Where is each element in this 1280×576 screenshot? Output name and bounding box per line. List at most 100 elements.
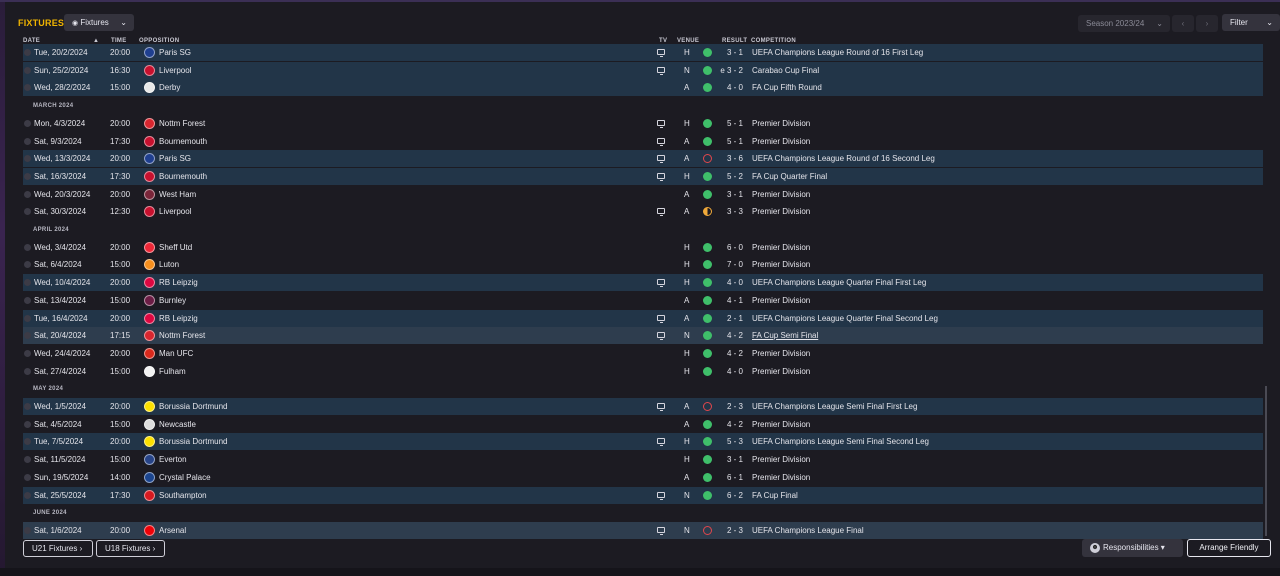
fixture-row[interactable]: Sat, 9/3/2024 17:30 Bournemouth A 5 - 1 Premi…	[23, 133, 1263, 150]
fixture-row[interactable]: Wed, 28/2/2024 15:00 Derby A 4 - 0 FA Cup Fif…	[23, 79, 1263, 96]
fixture-row[interactable]: Sat, 30/3/2024 12:30 Liverpool A 3 - 3 Premie…	[23, 203, 1263, 220]
prev-season-button[interactable]: ‹	[1172, 15, 1194, 32]
competition-name[interactable]: FA Cup Fifth Round	[752, 83, 822, 92]
result-win-icon	[703, 243, 712, 252]
scrollbar[interactable]	[1265, 386, 1267, 536]
competition-name[interactable]: Premier Division	[752, 207, 810, 216]
competition-name[interactable]: Premier Division	[752, 367, 810, 376]
opposition-name[interactable]: Fulham	[159, 367, 186, 376]
score: 4 - 2	[726, 331, 743, 340]
opposition-name[interactable]: Luton	[159, 260, 179, 269]
competition-name[interactable]: Premier Division	[752, 190, 810, 199]
row-status-dot	[24, 474, 31, 481]
competition-name[interactable]: UEFA Champions League Semi Final First L…	[752, 402, 917, 411]
club-crest-icon	[144, 47, 155, 58]
fixture-row[interactable]: Wed, 1/5/2024 20:00 Borussia Dortmund A 2 - …	[23, 398, 1263, 415]
fixture-row[interactable]: Sat, 25/5/2024 17:30 Southampton N 6 - 2 FA C…	[23, 487, 1263, 504]
fixture-row[interactable]: Sat, 13/4/2024 15:00 Burnley A 4 - 1 Premier …	[23, 292, 1263, 309]
fixture-row[interactable]: Wed, 10/4/2024 20:00 RB Leipzig H 4 - 0 UEFA …	[23, 274, 1263, 291]
competition-name[interactable]: UEFA Champions League Semi Final Second …	[752, 437, 929, 446]
opposition-name[interactable]: Nottm Forest	[159, 331, 205, 340]
competition-name[interactable]: UEFA Champions League Final	[752, 526, 864, 535]
result-win-icon	[703, 349, 712, 358]
fixture-row[interactable]: Wed, 24/4/2024 20:00 Man UFC H 4 - 2 Premier …	[23, 345, 1263, 362]
arrange-friendly-button[interactable]: Arrange Friendly	[1187, 539, 1271, 557]
fixtures-list[interactable]: Tue, 20/2/2024 20:00 Paris SG H 3 - 1 UEFA Ch…	[23, 44, 1263, 539]
view-dropdown[interactable]: ◉ Fixtures ⌄	[64, 14, 134, 31]
opposition-name[interactable]: Derby	[159, 83, 180, 92]
next-season-button[interactable]: ›	[1196, 15, 1218, 32]
score: 2 - 3	[726, 526, 743, 535]
fixture-row[interactable]: Sat, 1/6/2024 20:00 Arsenal N 2 - 3 UEFA Cham…	[23, 522, 1263, 539]
opposition-name[interactable]: Liverpool	[159, 207, 191, 216]
competition-name[interactable]: FA Cup Final	[752, 491, 798, 500]
u18-fixtures-button[interactable]: U18 Fixtures ›	[96, 540, 165, 557]
opposition-name[interactable]: Nottm Forest	[159, 119, 205, 128]
month-header: APRIL 2024	[23, 221, 1263, 238]
opposition-name[interactable]: Crystal Palace	[159, 473, 211, 482]
season-dropdown-label: Season 2023/24	[1086, 19, 1145, 28]
fixture-row[interactable]: Sat, 20/4/2024 17:15 Nottm Forest N 4 - 2 FA …	[23, 327, 1263, 344]
competition-name[interactable]: Premier Division	[752, 137, 810, 146]
view-dropdown-label: Fixtures	[80, 18, 109, 27]
fixture-row[interactable]: Tue, 20/2/2024 20:00 Paris SG H 3 - 1 UEFA Ch…	[23, 44, 1263, 61]
responsibilities-button[interactable]: ☻ Responsibilities ▾	[1082, 539, 1183, 557]
competition-name[interactable]: Premier Division	[752, 243, 810, 252]
opposition-name[interactable]: Paris SG	[159, 154, 191, 163]
competition-name[interactable]: Premier Division	[752, 455, 810, 464]
competition-name[interactable]: Premier Division	[752, 260, 810, 269]
competition-name[interactable]: FA Cup Quarter Final	[752, 172, 827, 181]
fixture-row[interactable]: Sat, 27/4/2024 15:00 Fulham H 4 - 0 Premier D…	[23, 363, 1263, 380]
fixture-row[interactable]: Sat, 11/5/2024 15:00 Everton H 3 - 1 Premier …	[23, 451, 1263, 468]
opposition-name[interactable]: Southampton	[159, 491, 207, 500]
fixture-row[interactable]: Sat, 4/5/2024 15:00 Newcastle A 4 - 2 Premier…	[23, 416, 1263, 433]
match-time: 20:00	[110, 243, 131, 252]
season-dropdown[interactable]: Season 2023/24 ⌄	[1078, 15, 1170, 32]
venue: H	[684, 278, 690, 287]
competition-name[interactable]: UEFA Champions League Round of 16 Second…	[752, 154, 935, 163]
opposition-name[interactable]: Burnley	[159, 296, 186, 305]
opposition-name[interactable]: RB Leipzig	[159, 278, 198, 287]
fixture-row[interactable]: Sun, 19/5/2024 14:00 Crystal Palace A 6 - 1 P…	[23, 469, 1263, 486]
competition-name[interactable]: FA Cup Semi Final	[752, 331, 818, 340]
competition-name[interactable]: Premier Division	[752, 296, 810, 305]
competition-name[interactable]: UEFA Champions League Round of 16 First …	[752, 48, 923, 57]
competition-name[interactable]: UEFA Champions League Quarter Final Firs…	[752, 278, 926, 287]
venue: A	[684, 314, 690, 323]
competition-name[interactable]: Premier Division	[752, 420, 810, 429]
opposition-name[interactable]: Bournemouth	[159, 172, 207, 181]
fixture-row[interactable]: Wed, 20/3/2024 20:00 West Ham A 3 - 1 Premier…	[23, 186, 1263, 203]
opposition-name[interactable]: RB Leipzig	[159, 314, 198, 323]
fixture-row[interactable]: Tue, 7/5/2024 20:00 Borussia Dortmund H 5 - …	[23, 433, 1263, 450]
competition-name[interactable]: Premier Division	[752, 119, 810, 128]
filter-label: Filter	[1230, 18, 1248, 27]
venue: N	[684, 331, 690, 340]
fixture-row[interactable]: Mon, 4/3/2024 20:00 Nottm Forest H 5 - 1 Prem…	[23, 115, 1263, 132]
opposition-name[interactable]: Newcastle	[159, 420, 196, 429]
competition-name[interactable]: UEFA Champions League Quarter Final Seco…	[752, 314, 938, 323]
competition-name[interactable]: Carabao Cup Final	[752, 66, 819, 75]
opposition-name[interactable]: Borussia Dortmund	[159, 437, 227, 446]
opposition-name[interactable]: Sheff Utd	[159, 243, 192, 252]
opposition-name[interactable]: Everton	[159, 455, 187, 464]
competition-name[interactable]: Premier Division	[752, 473, 810, 482]
opposition-name[interactable]: West Ham	[159, 190, 196, 199]
fixture-row[interactable]: Sun, 25/2/2024 16:30 Liverpool Ne 3 - 2 Cara…	[23, 62, 1263, 79]
fixture-row[interactable]: Wed, 13/3/2024 20:00 Paris SG A 3 - 6 UEFA Ch…	[23, 150, 1263, 167]
filter-button[interactable]: Filter ⌄	[1222, 14, 1280, 31]
opposition-name[interactable]: Bournemouth	[159, 137, 207, 146]
u21-fixtures-button[interactable]: U21 Fixtures ›	[23, 540, 93, 557]
competition-name[interactable]: Premier Division	[752, 349, 810, 358]
opposition-name[interactable]: Paris SG	[159, 48, 191, 57]
fixture-row[interactable]: Sat, 6/4/2024 15:00 Luton H 7 - 0 Premier Div…	[23, 256, 1263, 273]
match-time: 17:30	[110, 491, 131, 500]
opposition-name[interactable]: Man UFC	[159, 349, 193, 358]
opposition-name[interactable]: Borussia Dortmund	[159, 402, 227, 411]
club-crest-icon	[144, 436, 155, 447]
fixture-row[interactable]: Sat, 16/3/2024 17:30 Bournemouth H 5 - 2 FA C…	[23, 168, 1263, 185]
month-header: MAY 2024	[23, 380, 1263, 397]
opposition-name[interactable]: Liverpool	[159, 66, 191, 75]
fixture-row[interactable]: Tue, 16/4/2024 20:00 RB Leipzig A 2 - 1 UEFA …	[23, 310, 1263, 327]
fixture-row[interactable]: Wed, 3/4/2024 20:00 Sheff Utd H 6 - 0 Premier…	[23, 239, 1263, 256]
opposition-name[interactable]: Arsenal	[159, 526, 186, 535]
